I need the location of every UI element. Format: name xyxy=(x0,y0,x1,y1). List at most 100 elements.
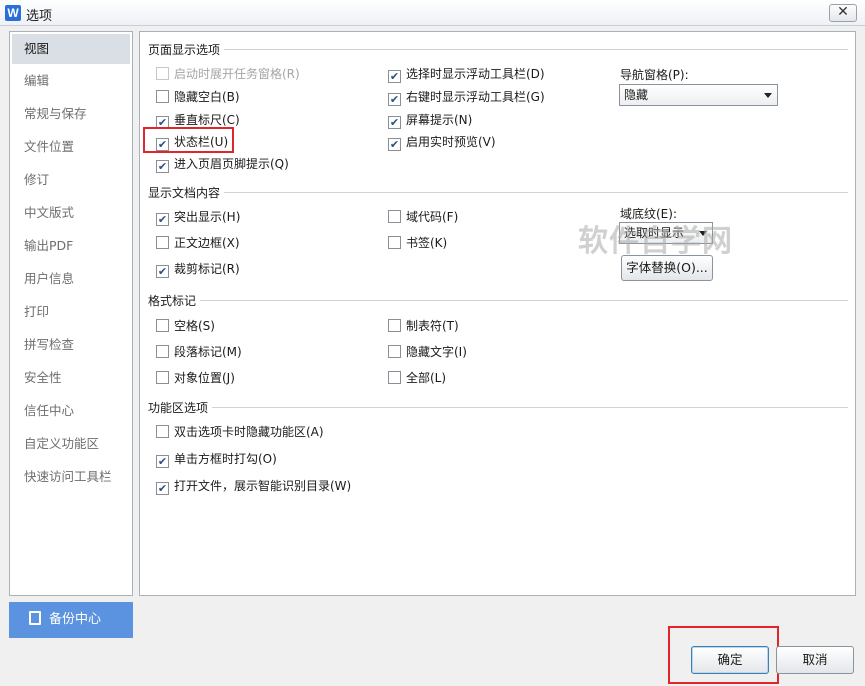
option-tab-characters[interactable]: 制表符(T) xyxy=(388,318,459,334)
option-paragraph-marks[interactable]: 段落标记(M) xyxy=(156,344,242,360)
option-hide-blank[interactable]: 隐藏空白(B) xyxy=(156,89,240,105)
font-replace-button[interactable]: 字体替换(O)... xyxy=(621,255,713,281)
option-vertical-ruler[interactable]: ✔ 垂直标尺(C) xyxy=(156,112,240,129)
option-label: 正文边框(X) xyxy=(174,236,240,250)
option-header-footer-hint[interactable]: ✔ 进入页眉页脚提示(Q) xyxy=(156,156,289,173)
option-live-preview[interactable]: ✔ 启用实时预览(V) xyxy=(388,134,496,151)
option-label: 裁剪标记(R) xyxy=(174,262,240,276)
sidebar-item-edit[interactable]: 编辑 xyxy=(10,64,132,97)
option-click-box-check[interactable]: ✔ 单击方框时打勾(O) xyxy=(156,451,277,468)
option-all-marks[interactable]: 全部(L) xyxy=(388,370,446,386)
field-shading-select[interactable]: 选取时显示 xyxy=(619,222,713,244)
close-button[interactable]: ✕ xyxy=(829,4,857,22)
sidebar-item-revision[interactable]: 修订 xyxy=(10,163,132,196)
option-label: 启用实时预览(V) xyxy=(406,135,496,149)
group-divider xyxy=(148,49,848,50)
option-label: 屏幕提示(N) xyxy=(406,113,473,127)
checkbox[interactable] xyxy=(156,425,169,438)
field-shading-label: 域底纹(E): xyxy=(620,207,677,221)
group-title-format-marks: 格式标记 xyxy=(148,292,201,309)
option-crop-marks[interactable]: ✔ 裁剪标记(R) xyxy=(156,261,240,278)
checkbox-checked[interactable]: ✔ xyxy=(388,93,401,106)
sidebar-item-customize-ribbon[interactable]: 自定义功能区 xyxy=(10,427,132,460)
checkbox[interactable] xyxy=(156,236,169,249)
checkbox[interactable] xyxy=(388,345,401,358)
checkbox[interactable] xyxy=(156,319,169,332)
highlight-box-status-bar xyxy=(143,127,234,153)
sidebar-item-security[interactable]: 安全性 xyxy=(10,361,132,394)
option-object-anchors[interactable]: 对象位置(J) xyxy=(156,370,235,386)
backup-center-button[interactable]: 备份中心 xyxy=(9,602,133,638)
option-label: 隐藏文字(I) xyxy=(406,345,467,359)
nav-pane-select[interactable]: 隐藏 xyxy=(619,84,778,106)
checkbox-checked[interactable]: ✔ xyxy=(156,455,169,468)
sidebar-item-spell-check[interactable]: 拼写检查 xyxy=(10,328,132,361)
option-float-toolbar-select[interactable]: ✔ 选择时显示浮动工具栏(D) xyxy=(388,66,545,83)
option-spaces[interactable]: 空格(S) xyxy=(156,318,215,334)
option-dblclick-hide-ribbon[interactable]: 双击选项卡时隐藏功能区(A) xyxy=(156,424,324,440)
option-label: 垂直标尺(C) xyxy=(174,113,240,127)
checkbox[interactable] xyxy=(388,371,401,384)
option-text-boundary[interactable]: 正文边框(X) xyxy=(156,235,240,251)
backup-icon xyxy=(29,611,41,625)
backup-center-label: 备份中心 xyxy=(49,612,102,627)
option-label: 启动时展开任务窗格(R) xyxy=(174,67,300,81)
checkbox-checked[interactable]: ✔ xyxy=(388,70,401,83)
option-expand-task-pane[interactable]: 启动时展开任务窗格(R) xyxy=(156,66,300,82)
checkbox[interactable] xyxy=(388,236,401,249)
checkbox[interactable] xyxy=(156,90,169,103)
checkbox-checked[interactable]: ✔ xyxy=(156,265,169,278)
sidebar-item-chinese-layout[interactable]: 中文版式 xyxy=(10,196,132,229)
sidebar-item-quick-access-toolbar[interactable]: 快速访问工具栏 xyxy=(10,460,132,493)
checkbox-checked[interactable]: ✔ xyxy=(156,160,169,173)
group-title-page-display: 页面显示选项 xyxy=(148,41,225,58)
option-bookmarks[interactable]: 书签(K) xyxy=(388,235,447,251)
window-title: 选项 xyxy=(26,9,53,24)
ok-button[interactable]: 确定 xyxy=(691,646,769,674)
checkbox-checked[interactable]: ✔ xyxy=(388,116,401,129)
checkbox[interactable] xyxy=(388,319,401,332)
option-field-codes[interactable]: 域代码(F) xyxy=(388,209,458,225)
option-label: 书签(K) xyxy=(406,236,448,250)
dropdown-arrow-icon xyxy=(764,93,772,98)
option-label: 单击方框时打勾(O) xyxy=(174,452,277,466)
option-label: 段落标记(M) xyxy=(174,345,242,359)
group-divider xyxy=(148,192,848,193)
wps-writer-icon: W xyxy=(5,5,21,21)
option-screen-tips[interactable]: ✔ 屏幕提示(N) xyxy=(388,112,473,129)
sidebar-item-trust-center[interactable]: 信任中心 xyxy=(10,394,132,427)
sidebar-item-user-info[interactable]: 用户信息 xyxy=(10,262,132,295)
nav-pane-label: 导航窗格(P): xyxy=(620,68,689,82)
option-smart-toc[interactable]: ✔ 打开文件，展示智能识别目录(W) xyxy=(156,478,352,495)
option-hidden-text[interactable]: 隐藏文字(I) xyxy=(388,344,467,360)
checkbox-checked[interactable]: ✔ xyxy=(156,482,169,495)
sidebar-item-view[interactable]: 视图 xyxy=(12,34,130,64)
field-shading-value: 选取时显示 xyxy=(624,226,685,240)
group-title-doc-content: 显示文档内容 xyxy=(148,184,225,201)
checkbox-checked[interactable]: ✔ xyxy=(388,138,401,151)
sidebar-item-output-pdf[interactable]: 输出PDF xyxy=(10,229,132,262)
dropdown-arrow-icon xyxy=(699,231,707,236)
close-icon: ✕ xyxy=(837,4,849,20)
option-float-toolbar-rightclick[interactable]: ✔ 右键时显示浮动工具栏(G) xyxy=(388,89,545,106)
option-label: 选择时显示浮动工具栏(D) xyxy=(406,67,545,81)
sidebar-item-file-location[interactable]: 文件位置 xyxy=(10,130,132,163)
cancel-button[interactable]: 取消 xyxy=(776,646,854,674)
group-title-ribbon: 功能区选项 xyxy=(148,399,213,416)
sidebar: 视图 编辑 常规与保存 文件位置 修订 中文版式 输出PDF 用户信息 打印 拼… xyxy=(9,31,133,596)
option-label: 隐藏空白(B) xyxy=(174,90,240,104)
sidebar-item-general-save[interactable]: 常规与保存 xyxy=(10,97,132,130)
options-panel: 页面显示选项 启动时展开任务窗格(R) 隐藏空白(B) ✔ 垂直标尺(C) ✔ 状态… xyxy=(139,31,856,596)
option-label: 打开文件，展示智能识别目录(W) xyxy=(174,479,352,493)
checkbox[interactable] xyxy=(156,67,169,80)
nav-pane-value: 隐藏 xyxy=(624,88,649,102)
sidebar-item-print[interactable]: 打印 xyxy=(10,295,132,328)
option-label: 域代码(F) xyxy=(406,210,459,224)
option-highlight[interactable]: ✔ 突出显示(H) xyxy=(156,209,240,226)
checkbox[interactable] xyxy=(156,371,169,384)
checkbox[interactable] xyxy=(156,345,169,358)
option-label: 对象位置(J) xyxy=(174,371,235,385)
checkbox[interactable] xyxy=(388,210,401,223)
checkbox-checked[interactable]: ✔ xyxy=(156,213,169,226)
option-label: 右键时显示浮动工具栏(G) xyxy=(406,90,545,104)
